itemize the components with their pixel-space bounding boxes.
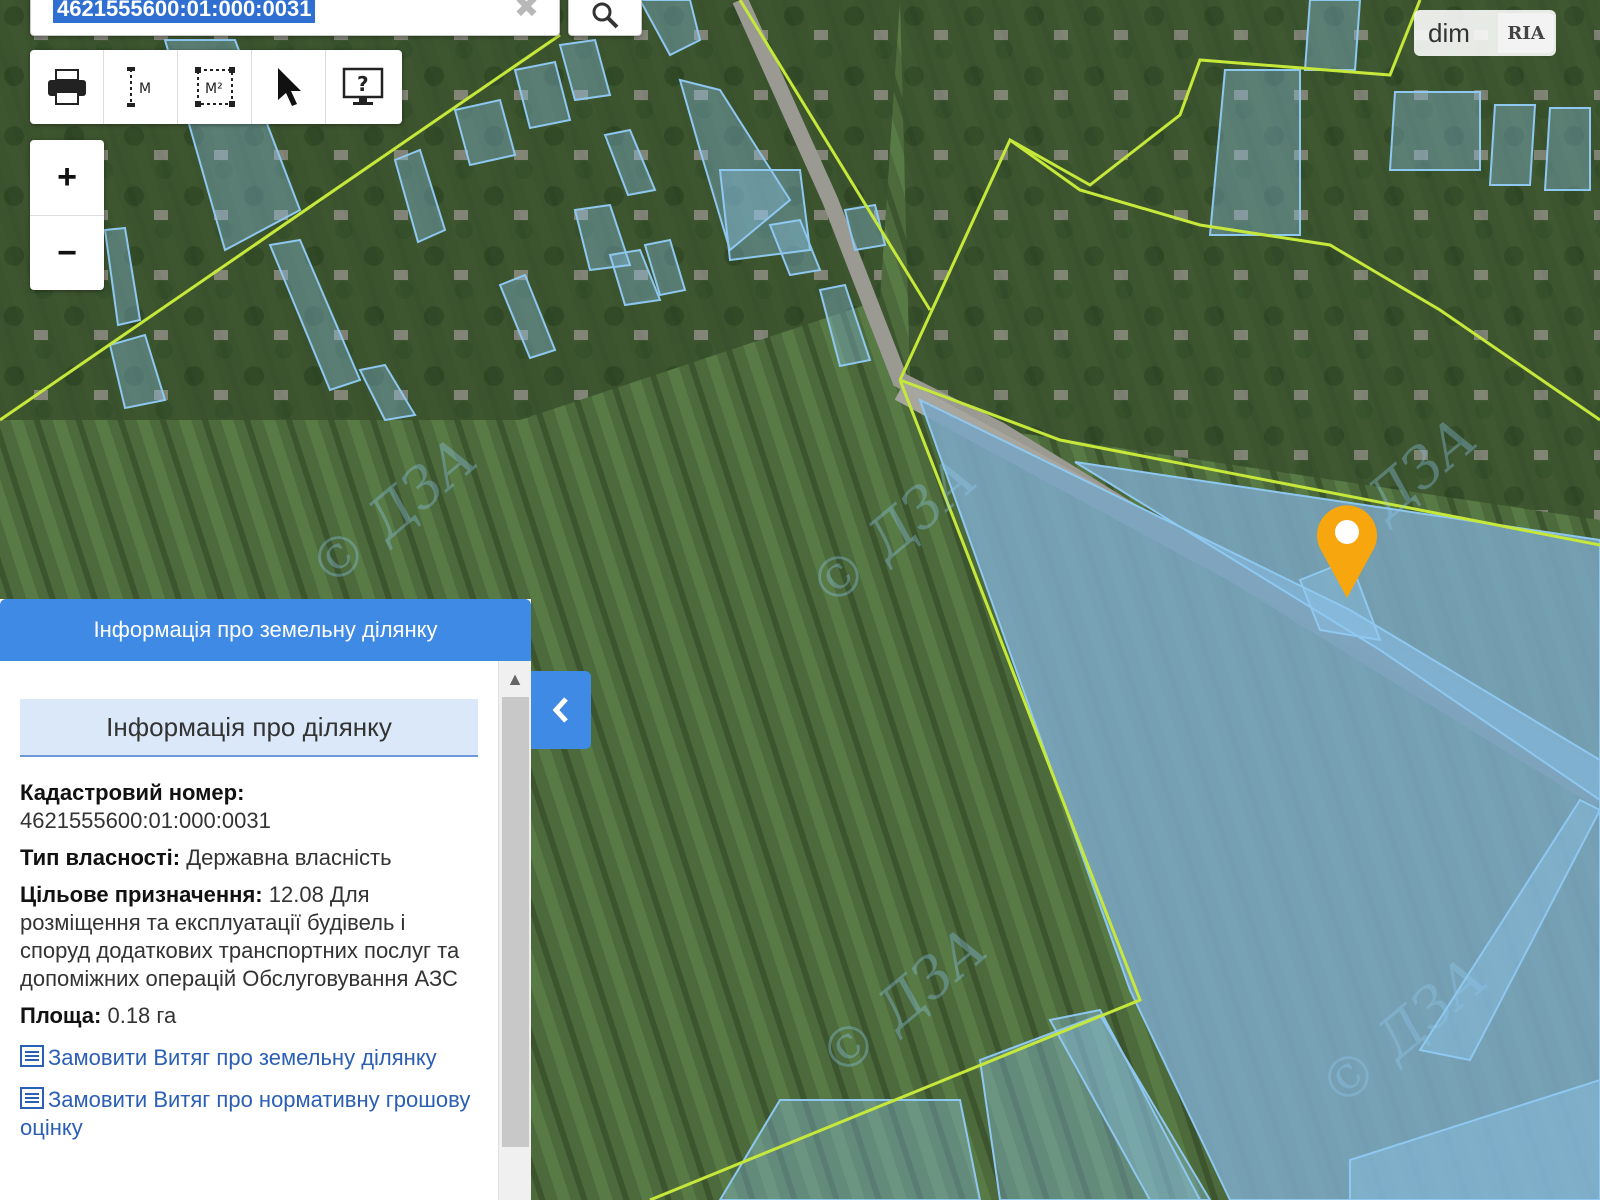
- cadastral-value: 4621555600:01:000:0031: [20, 808, 271, 833]
- ownership-value: Державна власність: [186, 845, 392, 870]
- measure-area-button[interactable]: M²: [178, 50, 252, 124]
- logo-text: dim: [1428, 17, 1470, 48]
- chevron-left-icon: [552, 697, 568, 723]
- panel-scrollbar[interactable]: ▲: [498, 661, 531, 1200]
- print-icon: [47, 69, 86, 105]
- measure-area-icon: M²: [194, 67, 235, 107]
- select-button[interactable]: [252, 50, 326, 124]
- order-extract-link[interactable]: Замовити Витяг про земельну ділянку: [20, 1044, 480, 1072]
- order-valuation-link-text[interactable]: Замовити Витяг про нормативну грошову оц…: [20, 1087, 470, 1140]
- scroll-up-arrow-icon[interactable]: ▲: [499, 661, 531, 697]
- order-valuation-link[interactable]: Замовити Витяг про нормативну грошову оц…: [20, 1086, 480, 1142]
- measure-length-icon: M: [126, 67, 151, 107]
- cadastral-label: Кадастровий номер:: [20, 780, 245, 805]
- ownership-label: Тип власності:: [20, 845, 181, 870]
- cursor-icon: [277, 68, 301, 106]
- cadastral-row: Кадастровий номер: 4621555600:01:000:003…: [20, 779, 480, 835]
- area-value: 0.18 га: [107, 1003, 177, 1028]
- collapse-panel-button[interactable]: [531, 671, 591, 749]
- panel-header: Інформація про земельну ділянку: [0, 599, 531, 661]
- zoom-out-button[interactable]: −: [30, 215, 104, 290]
- scroll-thumb[interactable]: [502, 697, 529, 1147]
- area-row: Площа: 0.18 га: [20, 1002, 480, 1030]
- logo-badge: RIA: [1498, 13, 1554, 53]
- zoom-in-button[interactable]: +: [30, 140, 104, 215]
- search-button[interactable]: [568, 0, 642, 36]
- document-list-icon: [20, 1087, 44, 1109]
- magnifier-icon: [592, 2, 619, 29]
- parcel-info-panel: Інформація про земельну ділянку Інформац…: [0, 599, 531, 1200]
- close-icon[interactable]: ✖: [514, 0, 539, 23]
- search-query-text[interactable]: 4621555600:01:000:0031: [53, 0, 316, 23]
- panel-subheader: Інформація про ділянку: [20, 699, 478, 757]
- svg-text:M: M: [139, 81, 151, 97]
- measure-length-button[interactable]: M: [104, 50, 178, 124]
- map-toolbar: M M² ?: [30, 50, 402, 124]
- help-monitor-icon: ?: [342, 67, 384, 105]
- map-pin-icon[interactable]: [1314, 500, 1380, 600]
- help-button[interactable]: ?: [326, 50, 400, 124]
- purpose-label: Цільове призначення:: [20, 882, 263, 907]
- dimria-logo: dim RIA: [1414, 10, 1556, 56]
- ownership-row: Тип власності: Державна власність: [20, 844, 480, 872]
- print-button[interactable]: [30, 50, 104, 124]
- area-label: Площа:: [20, 1003, 102, 1028]
- svg-text:M²: M²: [205, 81, 223, 97]
- document-list-icon: [20, 1045, 44, 1067]
- order-extract-link-text[interactable]: Замовити Витяг про земельну ділянку: [48, 1045, 437, 1070]
- purpose-row: Цільове призначення: 12.08 Для розміщенн…: [20, 881, 480, 993]
- search-input[interactable]: 4621555600:01:000:0031 ✖: [30, 0, 560, 36]
- svg-text:?: ?: [357, 72, 369, 96]
- panel-body: Інформація про ділянку Кадастровий номер…: [0, 661, 498, 1200]
- zoom-control: + −: [30, 140, 104, 290]
